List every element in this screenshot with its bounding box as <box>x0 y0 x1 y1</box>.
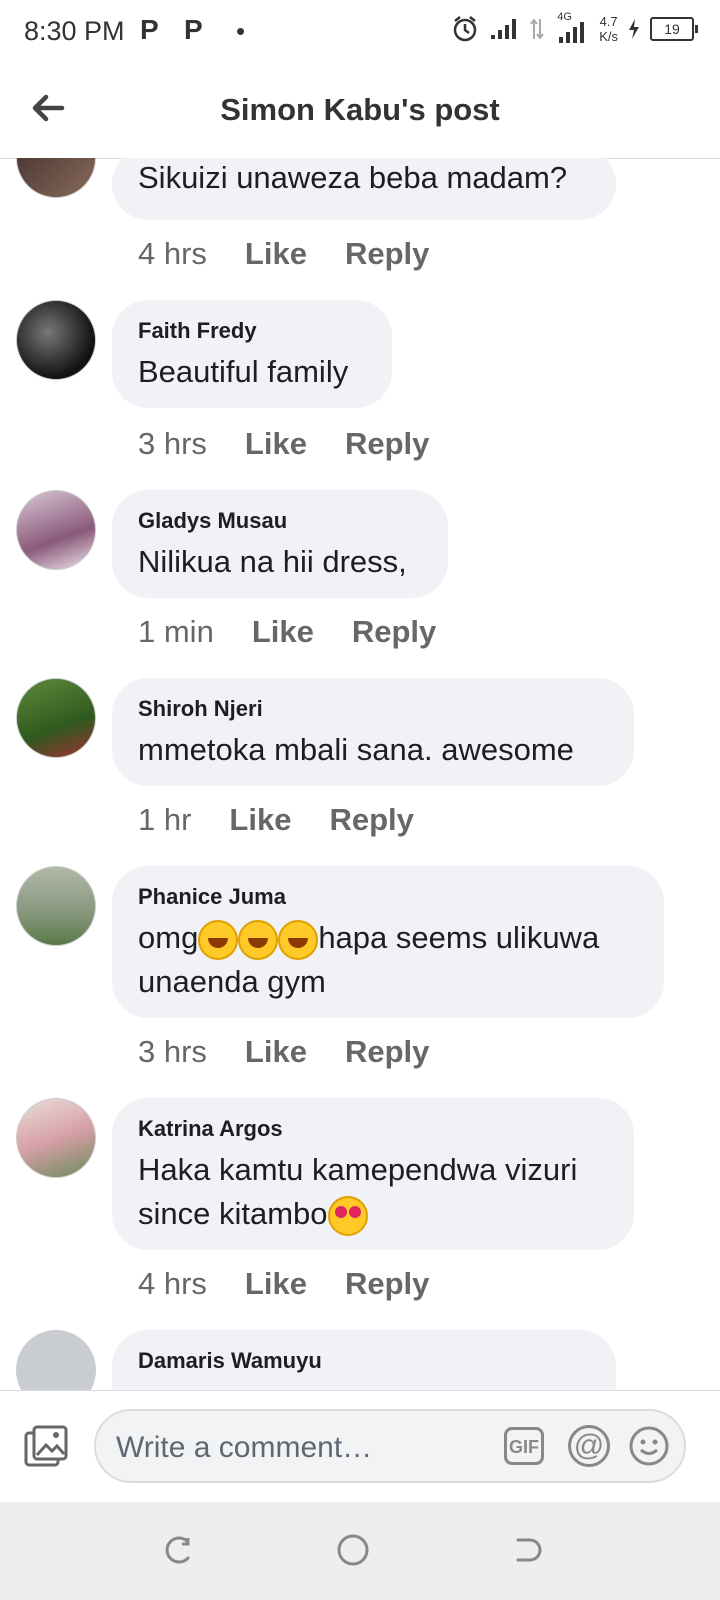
heart-eyes-emoji-icon <box>327 1195 368 1236</box>
signal-icon <box>491 19 517 39</box>
avatar[interactable] <box>16 1330 96 1390</box>
comment-text: Sikuizi unaweza beba madam? <box>138 160 568 195</box>
comment-composer: GIF @ <box>0 1390 720 1503</box>
like-button[interactable]: Like <box>245 1034 307 1070</box>
smiley-icon[interactable] <box>628 1425 670 1467</box>
comment-author[interactable]: Shiroh Njeri <box>138 696 608 722</box>
comment-actions: 4 hrs Like Reply <box>138 1266 429 1302</box>
comment-bubble[interactable]: Katrina Argos Haka kamtu kamependwa vizu… <box>112 1098 634 1250</box>
comment-time: 4 hrs <box>138 1266 207 1301</box>
laughing-emoji-icon <box>278 919 319 960</box>
comment-time: 3 hrs <box>138 1034 207 1069</box>
system-navigation-bar <box>0 1502 720 1600</box>
comment-time: 4 hrs <box>138 236 207 271</box>
laughing-emoji-icon <box>238 919 279 960</box>
comment-author[interactable]: Katrina Argos <box>138 1116 608 1142</box>
reply-button[interactable]: Reply <box>345 1266 429 1302</box>
status-icons: 4G 4.7 K/s 19 <box>451 11 698 44</box>
comment-time: 1 min <box>138 614 214 649</box>
comment-text: mmetoka mbali sana. awesome <box>138 732 574 767</box>
comment-bubble[interactable]: Gladys Musau Nilikua na hii dress, <box>112 490 448 598</box>
signal-icon-2 <box>559 22 585 43</box>
like-button[interactable]: Like <box>229 802 291 838</box>
notification-p-icon: P <box>184 14 203 45</box>
at-icon[interactable]: @ <box>568 1425 610 1467</box>
like-button[interactable]: Like <box>245 426 307 462</box>
comment-actions: 3 hrs Like Reply <box>138 426 429 462</box>
comment-actions: 1 hr Like Reply <box>138 802 414 838</box>
battery-icon: 19 <box>650 17 698 41</box>
comment-time: 1 hr <box>138 802 192 837</box>
gif-icon[interactable]: GIF <box>504 1427 544 1465</box>
reply-button[interactable]: Reply <box>345 1034 429 1070</box>
comment-author[interactable]: Gladys Musau <box>138 508 422 534</box>
comment-bubble[interactable]: Phanice Juma omg hapa seems ulikuwa unaen… <box>112 866 664 1018</box>
comment-author[interactable]: Faith Fredy <box>138 318 366 344</box>
alarm-icon <box>453 16 477 42</box>
comment-actions: 1 min Like Reply <box>138 614 436 650</box>
comment-bubble[interactable]: Damaris Wamuyu <box>112 1330 616 1390</box>
charging-icon <box>629 19 639 39</box>
comment-text: omg hapa seems ulikuwa unaenda gym <box>138 919 600 999</box>
comment-text: Haka kamtu kamependwa vizuri since kitam… <box>138 1148 608 1236</box>
app-header: Simon Kabu's post <box>0 66 720 159</box>
comment-text: Nilikua na hii dress, <box>138 544 407 579</box>
reply-button[interactable]: Reply <box>329 802 413 838</box>
avatar[interactable] <box>16 678 96 758</box>
comment-author[interactable]: Phanice Juma <box>138 884 638 910</box>
avatar[interactable] <box>16 158 96 198</box>
photo-icon[interactable] <box>22 1423 70 1471</box>
back-icon[interactable] <box>510 1532 546 1568</box>
like-button[interactable]: Like <box>245 236 307 272</box>
avatar[interactable] <box>16 300 96 380</box>
avatar[interactable] <box>16 490 96 570</box>
comment-bubble[interactable]: Sikuizi unaweza beba madam? <box>112 158 616 220</box>
comment-input-container[interactable]: GIF @ <box>94 1409 686 1483</box>
laughing-emoji-icon <box>198 919 239 960</box>
network-speed: 4.7 K/s <box>599 14 618 44</box>
page-title: Simon Kabu's post <box>220 92 500 127</box>
recent-apps-icon[interactable] <box>160 1532 196 1568</box>
comment-list[interactable]: Sikuizi unaweza beba madam? 4 hrs Like R… <box>0 158 720 1390</box>
comment-actions: 3 hrs Like Reply <box>138 1034 429 1070</box>
avatar[interactable] <box>16 1098 96 1178</box>
comment-author[interactable]: Damaris Wamuyu <box>138 1348 590 1374</box>
data-transfer-icon <box>530 18 545 40</box>
notification-dot: • <box>236 16 246 46</box>
status-bar: 8:30 PM P P • 4G 4.7 K/s 19 <box>0 0 720 66</box>
home-icon[interactable] <box>335 1532 371 1568</box>
comment-actions: 4 hrs Like Reply <box>138 236 429 272</box>
comment-text: Beautiful family <box>138 354 349 389</box>
comment-input[interactable] <box>114 1429 478 1467</box>
reply-button[interactable]: Reply <box>352 614 436 650</box>
comment-bubble[interactable]: Faith Fredy Beautiful family <box>112 300 392 408</box>
status-time: 8:30 PM <box>24 16 125 46</box>
like-button[interactable]: Like <box>245 1266 307 1302</box>
like-button[interactable]: Like <box>252 614 314 650</box>
comment-bubble[interactable]: Shiroh Njeri mmetoka mbali sana. awesome <box>112 678 634 786</box>
notification-p-icon: P <box>140 14 159 45</box>
comment-time: 3 hrs <box>138 426 207 461</box>
reply-button[interactable]: Reply <box>345 236 429 272</box>
avatar[interactable] <box>16 866 96 946</box>
reply-button[interactable]: Reply <box>345 426 429 462</box>
